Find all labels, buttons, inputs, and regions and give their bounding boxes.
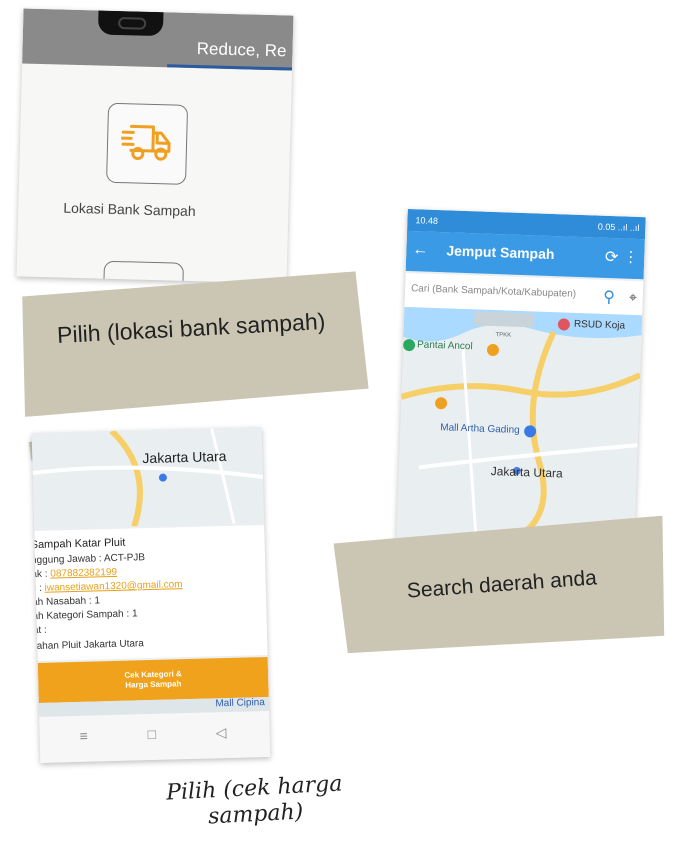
- back-arrow-icon[interactable]: ←: [412, 241, 429, 260]
- home-icon[interactable]: □: [147, 726, 156, 742]
- lokasi-bank-sampah-button[interactable]: [106, 102, 189, 185]
- alamat-value: rahan Pluit Jakarta Utara: [33, 638, 145, 653]
- bank-name: Sampah Katar Pluit: [31, 536, 126, 552]
- truck-icon: [120, 124, 171, 161]
- handwritten-caption: Pilih (cek harga sampah): [139, 770, 371, 834]
- detail-map[interactable]: Jakarta Utara: [31, 427, 265, 530]
- next-tile[interactable]: [102, 260, 184, 284]
- detail-map-graphic: [31, 427, 265, 530]
- tel-link[interactable]: 087882382199: [50, 567, 117, 580]
- nasabah-row: ah Nasabah : 1: [32, 595, 100, 608]
- header-text: Reduce, Re: [196, 39, 287, 61]
- screenshot-map-search: 10.48 0.05 ..ıl ..ıl ← Jemput Sampah ⟳ ⋮…: [396, 208, 646, 548]
- kategori-value: 1: [131, 608, 138, 620]
- nasabah-label: ah Nasabah :: [32, 595, 92, 609]
- status-icons: 0.05 ..ıl ..ıl: [597, 221, 640, 234]
- pj-value: ACT-PJB: [103, 552, 146, 565]
- screenshot-bank-detail: Jakarta Utara Sampah Katar Pluit nggung …: [31, 427, 271, 763]
- android-nav-bar: ≡ □ ◁: [39, 710, 271, 763]
- email-row: il : iwansetiawan1320@gmail.com: [32, 579, 183, 594]
- email-label: il :: [31, 582, 42, 595]
- cek-kategori-button[interactable]: Cek Kategori & Harga Sampah: [37, 656, 269, 703]
- map-view[interactable]: RSUD Koja Pantai Ancol Mall Artha Gading…: [396, 306, 643, 548]
- nasabah-value: 1: [94, 595, 101, 607]
- refresh-icon[interactable]: ⟳: [605, 247, 619, 267]
- caption-tape-1: Pilih (lokasi bank sampah): [15, 271, 369, 417]
- kategori-row: ah Kategori Sampah : 1: [32, 608, 137, 622]
- search-icon[interactable]: ⚲: [603, 287, 615, 307]
- app-title: Jemput Sampah: [446, 242, 555, 263]
- mall-label: Mall Cipina: [215, 697, 265, 710]
- map-label-rsud: RSUD Koja: [573, 318, 626, 332]
- menu-icon[interactable]: ≡: [79, 728, 88, 744]
- tel-row: ak : 087882382199: [32, 567, 117, 580]
- back-icon[interactable]: ◁: [215, 724, 226, 741]
- email-link[interactable]: iwansetiawan1320@gmail.com: [44, 579, 182, 594]
- bank-info-card: Sampah Katar Pluit nggung Jawab : ACT-PJ…: [31, 525, 268, 661]
- tel-label: ak :: [31, 568, 48, 581]
- search-input[interactable]: Cari (Bank Sampah/Kota/Kabupaten): [411, 283, 576, 300]
- phone-notch: [97, 10, 164, 37]
- caption-text-1: Pilih (lokasi bank sampah): [56, 308, 326, 349]
- alamat-label: at :: [32, 624, 47, 637]
- kategori-label: ah Kategori Sampah :: [32, 608, 130, 623]
- map-city-label: Jakarta Utara: [142, 447, 227, 467]
- screenshot-home: Reduce, Re Lokasi Bank Sampah: [16, 8, 294, 284]
- pj-row: nggung Jawab : ACT-PJB: [32, 552, 145, 566]
- more-icon[interactable]: ⋮: [623, 248, 639, 267]
- caption-tape-2: Search daerah anda: [333, 516, 671, 659]
- status-time: 10.48: [415, 215, 439, 227]
- pj-label: nggung Jawab :: [31, 553, 102, 567]
- map-label-ancol: Pantai Ancol: [416, 339, 473, 353]
- tile-label: Lokasi Bank Sampah: [63, 199, 196, 220]
- map-label-jakarta: Jakarta Utara: [490, 464, 563, 481]
- caption-text-2: Search daerah anda: [406, 566, 598, 603]
- map-label-tpkk: TPKK: [495, 332, 512, 339]
- app-bar: ← Jemput Sampah ⟳ ⋮: [405, 230, 645, 280]
- location-icon[interactable]: ⌖: [629, 289, 637, 306]
